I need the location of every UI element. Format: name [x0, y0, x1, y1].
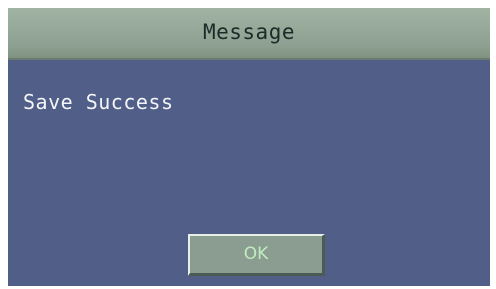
dialog-title: Message [202, 20, 295, 44]
dialog-message: Save Success [23, 90, 174, 114]
dialog-titlebar: Message [8, 8, 490, 60]
message-dialog: Message Save Success OK [8, 8, 490, 286]
ok-button[interactable]: OK [188, 234, 325, 276]
